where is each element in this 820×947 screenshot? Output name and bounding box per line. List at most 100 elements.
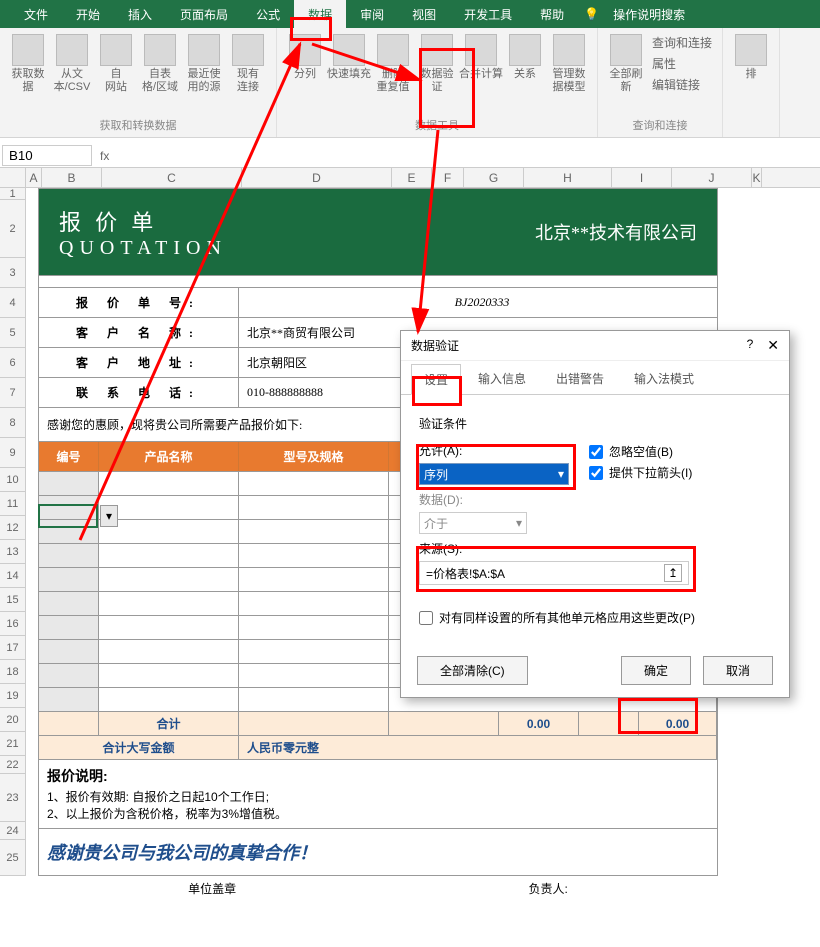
tab-insert[interactable]: 插入: [114, 0, 166, 29]
ignore-blank-checkbox[interactable]: [589, 445, 603, 459]
cond-label: 验证条件: [419, 415, 771, 432]
ribbon-button[interactable]: 删除重复值: [371, 32, 415, 115]
ribbon-button[interactable]: 自表格/区域: [138, 32, 182, 115]
cell-dropdown-button[interactable]: ▾: [100, 505, 118, 527]
col-header[interactable]: G: [464, 168, 524, 187]
row-header[interactable]: 17: [0, 636, 26, 660]
ribbon-button[interactable]: 快速填充: [327, 32, 371, 115]
ribbon-icon: [12, 34, 44, 66]
name-box[interactable]: [2, 145, 92, 166]
row-header[interactable]: 11: [0, 492, 26, 516]
col-header[interactable]: I: [612, 168, 672, 187]
row-header[interactable]: 18: [0, 660, 26, 684]
dropdown-checkbox[interactable]: [589, 466, 603, 480]
row-header[interactable]: 8: [0, 408, 26, 438]
help-icon[interactable]: ?: [747, 337, 754, 354]
row-header[interactable]: 14: [0, 564, 26, 588]
ribbon-button[interactable]: 获取数据: [6, 32, 50, 115]
ignore-blank-check[interactable]: 忽略空值(B): [589, 443, 692, 460]
ribbon-button-refresh[interactable]: 全部刷 新: [604, 32, 648, 115]
apply-all-checkbox[interactable]: [419, 611, 433, 625]
info-row: 报 价 单 号:BJ2020333: [38, 288, 718, 318]
col-header[interactable]: A: [26, 168, 42, 187]
cancel-button[interactable]: 取消: [703, 656, 773, 685]
row-header[interactable]: 21: [0, 732, 26, 756]
row-header[interactable]: 22: [0, 756, 26, 774]
row-header[interactable]: 19: [0, 684, 26, 708]
row-header[interactable]: 5: [0, 318, 26, 348]
ribbon-button[interactable]: 合并计算: [459, 32, 503, 115]
tab-view[interactable]: 视图: [398, 0, 450, 29]
col-header[interactable]: D: [242, 168, 392, 187]
ribbon-button[interactable]: 数据验证: [415, 32, 459, 115]
tab-formula[interactable]: 公式: [242, 0, 294, 29]
col-header[interactable]: B: [42, 168, 102, 187]
tab-review[interactable]: 审阅: [346, 0, 398, 29]
row-header[interactable]: 3: [0, 258, 26, 288]
row-header[interactable]: 13: [0, 540, 26, 564]
select-all-corner[interactable]: [0, 168, 26, 187]
ribbon-button[interactable]: 最近使用的源: [182, 32, 226, 115]
col-header[interactable]: K: [752, 168, 762, 187]
col-header[interactable]: J: [672, 168, 752, 187]
row-header[interactable]: 25: [0, 840, 26, 876]
ribbon-button[interactable]: 从文本/CSV: [50, 32, 94, 115]
row-header[interactable]: 4: [0, 288, 26, 318]
tab-help[interactable]: 帮助: [526, 0, 578, 29]
row-header[interactable]: 10: [0, 468, 26, 492]
data-select: 介于▾: [419, 512, 527, 534]
tab-home[interactable]: 开始: [62, 0, 114, 29]
clear-all-button[interactable]: 全部清除(C): [417, 656, 528, 685]
row-header[interactable]: 24: [0, 822, 26, 840]
ribbon-button[interactable]: 分列: [283, 32, 327, 115]
col-header[interactable]: H: [524, 168, 612, 187]
row-header[interactable]: 7: [0, 378, 26, 408]
ribbon-button[interactable]: 现有连接: [226, 32, 270, 115]
ribbon-button[interactable]: 自网站: [94, 32, 138, 115]
dlg-tab-error[interactable]: 出错警告: [543, 363, 617, 394]
tab-file[interactable]: 文件: [10, 0, 62, 29]
row-header[interactable]: 16: [0, 612, 26, 636]
row-header[interactable]: 2: [0, 200, 26, 258]
row-header[interactable]: 1: [0, 188, 26, 200]
thanks-line: 感谢贵公司与我公司的真挚合作！: [38, 829, 718, 876]
ribbon-icon: [465, 34, 497, 66]
fx-icon[interactable]: fx: [92, 149, 117, 163]
dropdown-check[interactable]: 提供下拉箭头(I): [589, 464, 692, 481]
ribbon-icon: [100, 34, 132, 66]
ribbon-button[interactable]: 关系: [503, 32, 547, 115]
range-picker-icon[interactable]: ↥: [664, 564, 682, 582]
row-header[interactable]: 9: [0, 438, 26, 468]
row-header[interactable]: 15: [0, 588, 26, 612]
row-header[interactable]: 12: [0, 516, 26, 540]
formula-input[interactable]: [117, 146, 820, 165]
active-cell[interactable]: [38, 504, 98, 528]
ribbon-icon: [553, 34, 585, 66]
tab-layout[interactable]: 页面布局: [166, 0, 242, 29]
row-header[interactable]: 23: [0, 774, 26, 822]
ribbon-icon: [509, 34, 541, 66]
dlg-tab-settings[interactable]: 设置: [411, 364, 461, 395]
tell-me[interactable]: 操作说明搜索: [599, 0, 699, 29]
ribbon-small-link[interactable]: 编辑链接: [648, 74, 716, 95]
row-header[interactable]: 6: [0, 348, 26, 378]
chevron-down-icon: ▾: [558, 467, 564, 481]
dlg-tab-ime[interactable]: 输入法模式: [621, 363, 707, 394]
dlg-tab-input[interactable]: 输入信息: [465, 363, 539, 394]
ribbon-button[interactable]: 管理数据模型: [547, 32, 591, 115]
row-header[interactable]: 20: [0, 708, 26, 732]
close-icon[interactable]: ✕: [767, 337, 779, 354]
ribbon-button-sort[interactable]: 排: [729, 32, 773, 135]
source-input[interactable]: =价格表!$A:$A ↥: [419, 561, 689, 585]
ok-button[interactable]: 确定: [621, 656, 691, 685]
col-header[interactable]: F: [432, 168, 464, 187]
col-header[interactable]: C: [102, 168, 242, 187]
ribbon-small-prop[interactable]: 属性: [648, 53, 716, 74]
tab-dev[interactable]: 开发工具: [450, 0, 526, 29]
tab-data[interactable]: 数据: [294, 0, 346, 29]
ribbon-small-query[interactable]: 查询和连接: [648, 32, 716, 53]
apply-all-check[interactable]: 对有同样设置的所有其他单元格应用这些更改(P): [419, 609, 771, 626]
data-label: 数据(D):: [419, 491, 771, 508]
col-header[interactable]: E: [392, 168, 432, 187]
allow-select[interactable]: 序列▾: [419, 463, 569, 485]
